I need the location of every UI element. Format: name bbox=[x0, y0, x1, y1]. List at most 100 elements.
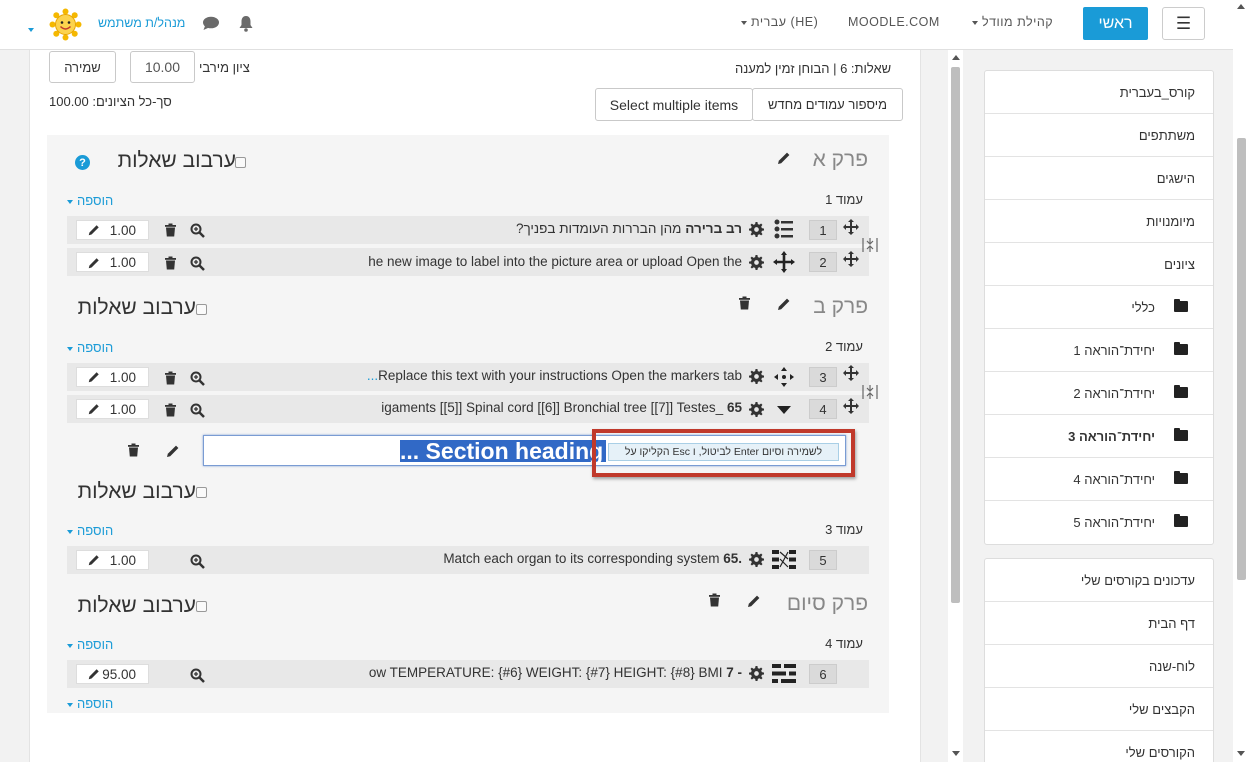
home-button[interactable]: ראשי bbox=[1083, 7, 1148, 40]
edit-mark-icon[interactable] bbox=[87, 223, 101, 237]
shuffle-checkbox[interactable] bbox=[196, 601, 207, 612]
gear-icon[interactable] bbox=[749, 402, 764, 417]
delete-section-heading-icon[interactable] bbox=[127, 443, 140, 457]
max-grade-input[interactable]: 10.00 bbox=[130, 51, 195, 83]
delete-section-icon[interactable] bbox=[708, 593, 721, 607]
user-menu-caret[interactable] bbox=[28, 21, 34, 36]
gear-icon[interactable] bbox=[749, 255, 764, 270]
sidebar-item[interactable]: יחידת־הוראה 2 bbox=[985, 372, 1213, 415]
language-menu[interactable]: עברית (HE) bbox=[737, 15, 818, 29]
delete-icon[interactable] bbox=[164, 403, 177, 417]
question-number: 2 bbox=[809, 252, 837, 272]
delete-icon[interactable] bbox=[164, 223, 177, 237]
page-break-icon[interactable] bbox=[862, 384, 878, 400]
scroll-up-icon[interactable] bbox=[1237, 4, 1245, 9]
sidebar-item[interactable]: הישגים bbox=[985, 157, 1213, 200]
sidebar-item[interactable]: ציונים bbox=[985, 243, 1213, 286]
question-text[interactable]: ...Replace this text with your instructi… bbox=[300, 368, 742, 383]
preview-icon[interactable] bbox=[190, 554, 205, 569]
shuffle-checkbox[interactable] bbox=[235, 157, 246, 168]
add-menu[interactable]: הוספה bbox=[67, 523, 113, 538]
save-button[interactable]: שמירה bbox=[49, 51, 116, 83]
sidebar-item-label: יחידת־הוראה 5 bbox=[1073, 515, 1155, 530]
content-scroll-thumb[interactable] bbox=[951, 67, 960, 603]
sidebar-item[interactable]: יחידת־הוראה 4 bbox=[985, 458, 1213, 501]
sidebar-item[interactable]: לוח-שנה bbox=[985, 645, 1213, 688]
add-menu[interactable]: הוספה bbox=[67, 193, 113, 208]
help-icon[interactable]: ? bbox=[75, 155, 90, 170]
sidebar-item-label: קורס_בעברית bbox=[1119, 85, 1195, 100]
sidebar-item[interactable]: מיומנויות bbox=[985, 200, 1213, 243]
page-break-icon[interactable] bbox=[862, 237, 878, 253]
menu-button[interactable]: ☰ bbox=[1162, 7, 1205, 40]
sidebar-item[interactable]: הקורסים שלי bbox=[985, 731, 1213, 762]
edit-mark-icon[interactable] bbox=[87, 667, 101, 681]
add-menu[interactable]: הוספה bbox=[67, 340, 113, 355]
move-icon[interactable] bbox=[843, 398, 859, 414]
moodle-link[interactable]: MOODLE.COM bbox=[848, 15, 940, 29]
move-icon[interactable] bbox=[843, 365, 859, 381]
drag-drop-marker-icon bbox=[773, 251, 795, 273]
select-multiple-button[interactable]: Select multiple items bbox=[595, 88, 753, 121]
question-text[interactable]: רב ברירה מהן הבררות העומדות בפניך? bbox=[260, 221, 742, 236]
gear-icon[interactable] bbox=[749, 552, 764, 567]
edit-mark-icon[interactable] bbox=[87, 402, 101, 416]
edit-mark-icon[interactable] bbox=[87, 256, 101, 270]
caret-down-icon bbox=[67, 199, 73, 204]
sidebar-item[interactable]: יחידת־הוראה 3 bbox=[985, 415, 1213, 458]
edit-section-heading-icon[interactable] bbox=[165, 443, 181, 459]
gear-icon[interactable] bbox=[749, 222, 764, 237]
sidebar-item[interactable]: יחידת־הוראה 5 bbox=[985, 501, 1213, 544]
sidebar-item[interactable]: עדכונים בקורסים שלי bbox=[985, 559, 1213, 602]
shuffle-checkbox[interactable] bbox=[196, 304, 207, 315]
add-menu[interactable]: הוספה bbox=[67, 637, 113, 652]
scroll-down-icon[interactable] bbox=[952, 751, 960, 756]
edit-mark-icon[interactable] bbox=[87, 370, 101, 384]
folder-icon bbox=[1174, 299, 1188, 312]
question-text[interactable]: Match each organ to its corresponding sy… bbox=[300, 551, 742, 566]
add-menu[interactable]: הוספה bbox=[67, 696, 113, 711]
sidebar-item[interactable]: דף הבית bbox=[985, 602, 1213, 645]
move-icon[interactable] bbox=[843, 219, 859, 235]
scroll-up-icon[interactable] bbox=[952, 55, 960, 60]
sidebar-item-label: כללי bbox=[1131, 300, 1155, 315]
bell-icon[interactable] bbox=[238, 15, 254, 32]
folder-icon bbox=[1174, 471, 1188, 484]
folder-icon bbox=[1174, 428, 1188, 441]
repaginate-button[interactable]: מיספור עמודים מחדש bbox=[752, 88, 903, 121]
preview-icon[interactable] bbox=[190, 371, 205, 386]
edit-section-title-icon[interactable] bbox=[776, 296, 792, 312]
edit-section-title-icon[interactable] bbox=[776, 150, 792, 166]
delete-icon[interactable] bbox=[164, 256, 177, 270]
preview-icon[interactable] bbox=[190, 668, 205, 683]
sidebar-item[interactable]: כללי bbox=[985, 286, 1213, 329]
gear-icon[interactable] bbox=[749, 369, 764, 384]
question-text[interactable]: igaments [[5]] Spinal cord [[6]] Bronchi… bbox=[300, 400, 742, 415]
sidebar-item-label: ציונים bbox=[1164, 257, 1195, 272]
preview-icon[interactable] bbox=[190, 223, 205, 238]
page-scroll-thumb[interactable] bbox=[1237, 138, 1246, 580]
shuffle-checkbox[interactable] bbox=[196, 487, 207, 498]
question-text[interactable]: ow TEMPERATURE: {#6} WEIGHT: {#7} HEIGHT… bbox=[300, 665, 742, 680]
total-grades: סך-כל הציונים: 100.00 bbox=[49, 94, 172, 109]
user-name[interactable]: מנהל/ת משתמש bbox=[98, 16, 185, 30]
community-menu[interactable]: קהילת מוודל bbox=[968, 15, 1053, 29]
page-label: עמוד 4 bbox=[825, 636, 863, 651]
user-avatar[interactable] bbox=[49, 8, 82, 41]
scroll-down-icon[interactable] bbox=[1237, 751, 1245, 756]
folder-icon bbox=[1174, 385, 1188, 398]
gear-icon[interactable] bbox=[749, 666, 764, 681]
sidebar-item[interactable]: יחידת־הוראה 1 bbox=[985, 329, 1213, 372]
sidebar-item[interactable]: קורס_בעברית bbox=[985, 71, 1213, 114]
sidebar-item[interactable]: הקבצים שלי bbox=[985, 688, 1213, 731]
delete-section-icon[interactable] bbox=[738, 296, 751, 310]
move-icon[interactable] bbox=[843, 251, 859, 267]
preview-icon[interactable] bbox=[190, 403, 205, 418]
delete-icon[interactable] bbox=[164, 371, 177, 385]
edit-mark-icon[interactable] bbox=[87, 553, 101, 567]
edit-section-title-icon[interactable] bbox=[746, 593, 762, 609]
sidebar-item[interactable]: משתתפים bbox=[985, 114, 1213, 157]
chat-icon[interactable] bbox=[202, 16, 220, 31]
question-text[interactable]: he new image to label into the picture a… bbox=[260, 254, 742, 269]
preview-icon[interactable] bbox=[190, 256, 205, 271]
